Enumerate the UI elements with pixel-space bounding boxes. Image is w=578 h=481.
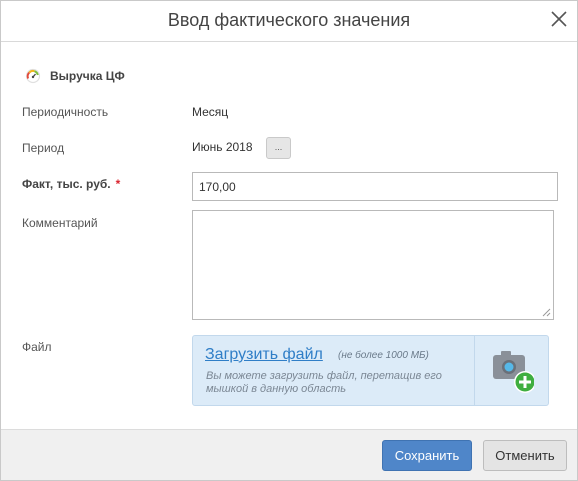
upload-size-limit: (не более 1000 МБ) <box>338 350 429 361</box>
close-icon <box>551 11 567 27</box>
gauge-icon <box>25 68 41 84</box>
resize-grip-icon[interactable] <box>542 308 551 317</box>
period-select-button[interactable]: ... <box>266 137 291 159</box>
save-button[interactable]: Сохранить <box>382 440 472 471</box>
fact-label: Факт, тыс. руб. * <box>22 177 120 191</box>
close-button[interactable] <box>547 7 571 31</box>
upload-file-link[interactable]: Загрузить файл <box>205 346 323 364</box>
kpi-name: Выручка ЦФ <box>50 69 125 83</box>
dialog-title: Ввод фактического значения <box>167 10 411 30</box>
comment-textarea[interactable] <box>192 210 554 320</box>
kpi-header: Выручка ЦФ <box>25 68 125 84</box>
upload-divider <box>474 336 475 405</box>
dialog-footer: Сохранить Отменить <box>1 429 577 480</box>
file-upload-area[interactable]: Загрузить файл (не более 1000 МБ) Вы мож… <box>192 335 549 406</box>
period-value: Июнь 2018 <box>192 140 253 154</box>
period-label: Период <box>22 141 65 155</box>
camera-add-icon[interactable] <box>492 349 534 394</box>
comment-label: Комментарий <box>22 216 98 230</box>
upload-hint: Вы можете загрузить файл, перетащив его … <box>206 370 442 395</box>
periodicity-label: Периодичность <box>22 105 109 119</box>
fact-value-input[interactable]: 170,00 <box>192 172 558 201</box>
periodicity-value: Месяц <box>192 105 229 119</box>
file-label: Файл <box>22 340 52 354</box>
dialog-body: Выручка ЦФ Периодичность Месяц Период Ию… <box>1 43 577 429</box>
dialog: Ввод фактического значения Выручка ЦФ Пе… <box>0 0 578 481</box>
fact-label-text: Факт, тыс. руб. <box>22 177 111 191</box>
required-mark: * <box>115 177 121 191</box>
dialog-titlebar: Ввод фактического значения <box>1 1 577 42</box>
cancel-button[interactable]: Отменить <box>483 440 567 471</box>
